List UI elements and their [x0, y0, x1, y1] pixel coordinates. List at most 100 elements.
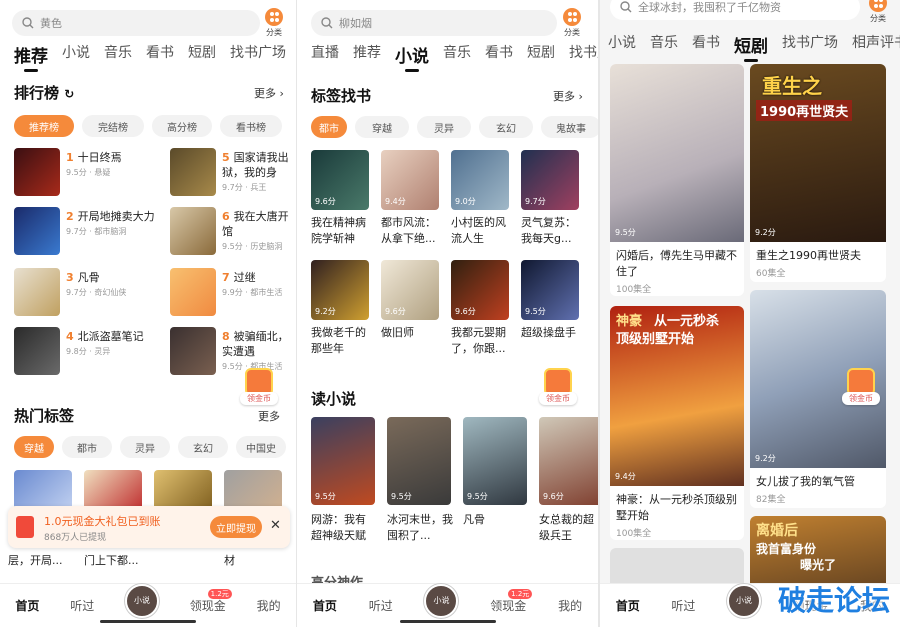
book-cover[interactable] [84, 470, 142, 510]
tab-music[interactable]: 音乐 [104, 42, 132, 67]
tab-books[interactable]: 看书 [485, 42, 513, 67]
drama-card[interactable]: 重生之 1990再世贤夫 9.2分 重生之1990再世贤夫 60集全 [750, 64, 886, 282]
tab-book-plaza[interactable]: 找书广场 [230, 42, 286, 67]
pill-urban[interactable]: 都市 [62, 436, 112, 458]
tab-crosstalk[interactable]: 相声评书 [852, 32, 900, 57]
book-cover[interactable]: 9.5分 [521, 260, 579, 320]
tab-music[interactable]: 音乐 [443, 42, 471, 67]
nav-mine[interactable]: 我的 [558, 597, 582, 614]
book-title[interactable]: 我都元婴期了，你跟... [451, 325, 515, 357]
rank-item[interactable]: 5 国家请我出狱，我的身 9.7分 · 兵王 [222, 150, 294, 193]
pill-ghost-story[interactable]: 鬼故事 [541, 116, 598, 138]
category-button[interactable]: 分类 [560, 8, 584, 38]
coin-widget[interactable]: 领金币 [240, 368, 278, 412]
pill-supernatural[interactable]: 灵异 [417, 116, 471, 138]
hot-more-link[interactable]: 更多 [258, 408, 280, 424]
tag-more-link[interactable]: 更多 › [553, 88, 583, 104]
rank-item[interactable]: 2 开局地摊卖大力 9.7分 · 都市脑洞 [66, 209, 166, 237]
pill-urban[interactable]: 都市 [311, 116, 347, 138]
book-cover[interactable] [14, 268, 60, 316]
book-title[interactable]: 层，开局... [8, 553, 72, 569]
tab-drama[interactable]: 短剧 [734, 32, 768, 62]
book-title[interactable]: 门上下都... [84, 553, 148, 569]
book-cover[interactable]: 9.7分 [521, 150, 579, 210]
book-title[interactable]: 我做老千的那些年 [311, 325, 375, 357]
book-cover[interactable] [14, 327, 60, 375]
tab-drama[interactable]: 短剧 [527, 42, 555, 67]
close-icon[interactable]: ✕ [270, 518, 281, 533]
book-title[interactable]: 都市风流：从拿下绝... [381, 215, 445, 247]
book-cover[interactable] [14, 207, 60, 255]
book-cover[interactable] [170, 148, 216, 196]
book-cover[interactable]: 9.6分 [311, 150, 369, 210]
book-cover[interactable]: 9.6分 [451, 260, 509, 320]
book-cover[interactable] [14, 148, 60, 196]
book-cover[interactable]: 9.2分 [311, 260, 369, 320]
tab-books[interactable]: 看书 [692, 32, 720, 57]
book-cover[interactable]: 9.6分 [381, 260, 439, 320]
search-bar[interactable]: 柳如烟 [311, 10, 557, 36]
book-cover[interactable] [224, 470, 282, 510]
rank-item[interactable]: 7 过继 9.9分 · 都市生活 [222, 270, 294, 298]
pill-time-travel[interactable]: 穿越 [14, 436, 54, 458]
nav-cash[interactable]: 领现金 1.2元 [490, 589, 533, 614]
tab-live[interactable]: 直播 [311, 42, 339, 67]
tab-novel[interactable]: 小说 [62, 42, 90, 67]
book-title[interactable]: 凡骨 [463, 512, 527, 544]
category-button[interactable]: 分类 [262, 8, 286, 38]
pill-recommend-rank[interactable]: 推荐榜 [14, 115, 74, 137]
nav-home[interactable]: 首页 [313, 597, 337, 614]
withdraw-button[interactable]: 立即提现 [210, 516, 262, 538]
player-avatar[interactable]: 小说 [124, 583, 159, 618]
book-cover[interactable]: 9.5分 [311, 417, 375, 505]
search-bar[interactable]: 全球冰封，我囤积了千亿物资 [610, 0, 860, 20]
rank-item[interactable]: 4 北派盗墓笔记 9.8分 · 灵异 [66, 329, 166, 357]
nav-history[interactable]: 听过 [70, 597, 94, 614]
search-bar[interactable]: 黄色 [12, 10, 260, 36]
book-title[interactable]: 做旧师 [381, 325, 445, 357]
book-title[interactable]: 材 [224, 553, 288, 569]
pill-fantasy[interactable]: 玄幻 [479, 116, 533, 138]
tab-novel[interactable]: 小说 [608, 32, 636, 57]
pill-read-rank[interactable]: 看书榜 [220, 115, 282, 137]
nav-history[interactable]: 听过 [671, 597, 695, 614]
book-cover[interactable]: 9.0分 [451, 150, 509, 210]
rank-item[interactable]: 6 我在大唐开馆 9.5分 · 历史脑洞 [222, 209, 294, 252]
rank-item[interactable]: 3 凡骨 9.7分 · 奇幻仙侠 [66, 270, 166, 298]
tab-recommend[interactable]: 推荐 [353, 42, 381, 67]
book-cover[interactable] [14, 470, 72, 510]
book-title[interactable]: 我在精神病院学斩神 [311, 215, 375, 247]
category-button[interactable]: 分类 [866, 0, 890, 24]
coin-widget[interactable]: 领金币 [539, 368, 577, 412]
tab-music[interactable]: 音乐 [650, 32, 678, 57]
drama-card[interactable]: 神豪 从一元秒杀 顶级别墅开始 9.4分 神豪：从一元秒杀顶级别墅开始 100集… [610, 306, 744, 540]
book-title[interactable]: 灵气复苏：我每天g... [521, 215, 585, 247]
tab-books[interactable]: 看书 [146, 42, 174, 67]
book-title[interactable]: 超级操盘手 [521, 325, 585, 357]
book-title[interactable]: 小村医的风流人生 [451, 215, 515, 247]
nav-home[interactable]: 首页 [616, 597, 640, 614]
book-cover[interactable] [170, 207, 216, 255]
pill-supernatural[interactable]: 灵异 [120, 436, 170, 458]
nav-home[interactable]: 首页 [15, 597, 39, 614]
coin-widget[interactable]: 领金币 [842, 368, 880, 412]
cash-toast[interactable]: 1.0元现金大礼包已到账 868万人已提现 立即提现 ✕ [8, 506, 290, 548]
book-cover[interactable]: 9.4分 [381, 150, 439, 210]
rank-item[interactable]: 8 被骗缅北，实遭遇 9.5分 · 都市生活 [222, 329, 294, 372]
pill-fantasy[interactable]: 玄幻 [178, 436, 228, 458]
nav-cash[interactable]: 领现金 1.2元 [190, 589, 232, 614]
book-cover[interactable]: 9.6分 [539, 417, 598, 505]
nav-mine[interactable]: 我的 [257, 597, 281, 614]
pill-finished-rank[interactable]: 完结榜 [82, 115, 144, 137]
book-cover[interactable]: 9.5分 [463, 417, 527, 505]
pill-time-travel[interactable]: 穿越 [355, 116, 409, 138]
pill-chinese-history[interactable]: 中国史 [236, 436, 286, 458]
book-cover[interactable] [170, 268, 216, 316]
drama-card[interactable]: 9.5分 闪婚后，傅先生马甲藏不住了 100集全 [610, 64, 744, 296]
nav-history[interactable]: 听过 [369, 597, 393, 614]
rank-item[interactable]: 1 十日终焉 9.5分 · 悬疑 [66, 150, 166, 178]
player-avatar[interactable]: 小说 [726, 583, 761, 618]
tab-recommend[interactable]: 推荐 [14, 42, 48, 72]
book-cover[interactable] [170, 327, 216, 375]
tab-drama[interactable]: 短剧 [188, 42, 216, 67]
